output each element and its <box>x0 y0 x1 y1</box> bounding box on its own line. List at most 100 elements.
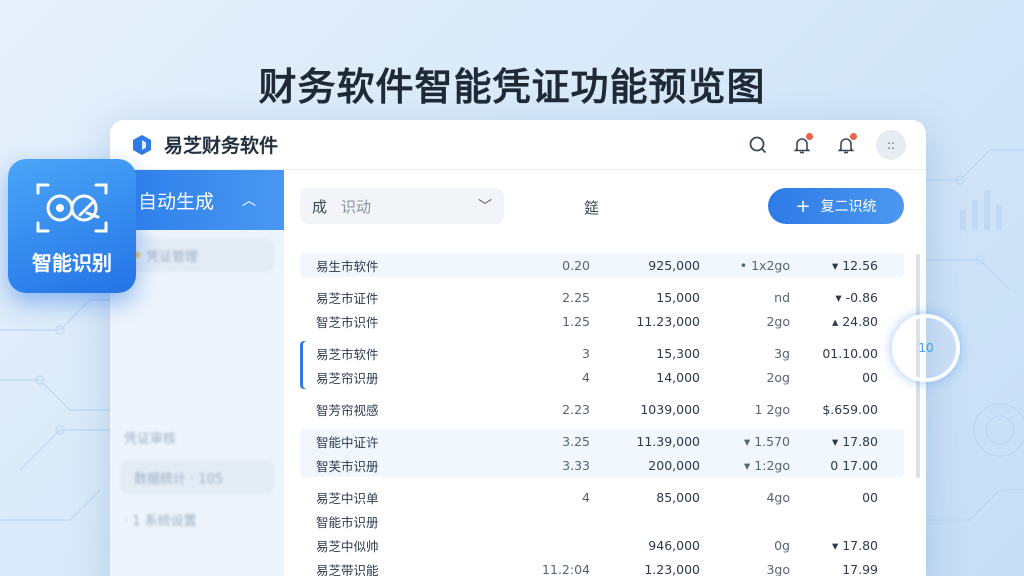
row-rate: 2.23 <box>562 401 590 417</box>
table-row[interactable]: 易芝市证件 2.25 15,000 nd ▾ -0.86 <box>300 285 904 309</box>
row-amount: 200,000 <box>648 457 700 473</box>
row-amount: 15,000 <box>656 289 700 305</box>
page-headline: 财务软件智能凭证功能预览图 <box>258 65 766 109</box>
app-window: 易芝财务软件 :: 自动生成 ︿ 凭证管理 凭证审核 数据统计 · 105 · … <box>110 120 926 576</box>
filter-label: 成 <box>312 197 328 216</box>
row-rate: 2.25 <box>562 289 590 305</box>
alert-dot <box>806 132 813 140</box>
filter-value: 识动 <box>341 197 372 216</box>
table-row[interactable]: 易芝中似帅 946,000 0g ▾ 17.80 <box>300 533 904 557</box>
row-total: 01.10.00 <box>822 345 878 361</box>
row-amount: 946,000 <box>648 537 700 553</box>
table-row[interactable]: 易芝市软件 3 15,300 3g 01.10.00 <box>300 341 904 365</box>
row-qty: 3g <box>774 345 790 361</box>
smart-recognition-card[interactable]: 智能识别 <box>8 159 136 293</box>
button-label: 复二识统 <box>820 199 877 215</box>
table-row[interactable]: 智能中证许 3.25 11.39,000 ▾ 1.570 ▾ 17.80 <box>300 429 904 453</box>
sidebar: 自动生成 ︿ 凭证管理 凭证审核 数据统计 · 105 · 1 系统设置 <box>110 170 284 576</box>
table-row[interactable]: 易芝带识能 11.2:04 1.23,000 3go 17.99 <box>300 557 904 576</box>
search-icon[interactable] <box>744 131 772 159</box>
row-name: 智能中证许 <box>316 434 379 450</box>
row-qty: 1 2go <box>754 401 790 417</box>
row-total: 17.99 <box>842 561 878 576</box>
row-name: 易芝带识能 <box>316 562 379 576</box>
sidebar-subitem[interactable]: 凭证管理 <box>120 238 274 272</box>
main-content: 成 识动 ﹀ 筵 + 复二识统 易生市软件 0.20 925,000 • 1x2go ▾… <box>284 170 926 576</box>
row-amount: 1.23,000 <box>644 561 700 576</box>
table-row[interactable]: 智芳帘视感 2.23 1039,000 1 2go $.659.00 <box>300 397 904 421</box>
row-rate: 3.33 <box>562 457 590 473</box>
table-row[interactable]: 易芝帘识册 4 14,000 2og 00 <box>300 365 904 389</box>
toolbar: 成 识动 ﹀ 筵 + 复二识统 <box>284 170 926 240</box>
sidebar-item-auto-generate[interactable]: 自动生成 ︿ <box>110 170 284 230</box>
row-qty: ▾ 1:2go <box>744 457 790 473</box>
row-qty: 4go <box>766 489 790 505</box>
row-name: 易芝帘识册 <box>316 370 379 386</box>
title-bar: 易芝财务软件 :: <box>110 120 926 170</box>
row-rate: 3 <box>582 345 590 361</box>
row-qty: 3go <box>766 561 790 576</box>
row-rate: 1.25 <box>562 313 590 329</box>
row-name: 易芝市软件 <box>316 346 379 362</box>
row-name: 易芝市证件 <box>316 290 379 306</box>
chevron-up-icon: ︿ <box>242 193 256 209</box>
table-row-group: 易芝中识单 4 85,000 4go 00 智能市识册 易芝中似帅 946,000 0g ▾ 17… <box>300 485 904 576</box>
sidebar-submenu: 凭证管理 凭证审核 数据统计 · 105 · 1 系统设置 <box>110 230 284 576</box>
row-total: ▾ -0.86 <box>835 289 878 305</box>
sidebar-subitem-label: 凭证管理 <box>146 249 199 265</box>
smart-card-label: 智能识别 <box>32 250 112 275</box>
scan-eyes-icon <box>36 183 108 232</box>
row-name: 智芝市识件 <box>316 314 379 330</box>
row-total: 00 <box>862 369 878 385</box>
row-total: $.659.00 <box>822 401 878 417</box>
sidebar-subitem-label: 凭证审核 <box>124 431 177 447</box>
chevron-down-icon: ﹀ <box>478 199 492 215</box>
sidebar-subitem-label: 数据统计 · 105 <box>134 471 224 487</box>
sidebar-subitem[interactable]: 数据统计 · 105 <box>120 460 274 494</box>
table-row[interactable]: 智芝市识件 1.25 11.23,000 2go ▴ 24.80 <box>300 309 904 333</box>
toolbar-label: 筵 <box>584 199 600 217</box>
scroll-indicator[interactable]: 10 <box>892 314 960 382</box>
sidebar-subitem[interactable]: · 1 系统设置 <box>110 504 284 534</box>
table-row-group: 易生市软件 0.20 925,000 • 1x2go ▾ 12.56 <box>300 253 904 277</box>
row-qty: nd <box>774 289 790 305</box>
voucher-table: 易生市软件 0.20 925,000 • 1x2go ▾ 12.56 易芝市证件 2.25 1… <box>300 249 904 576</box>
table-row[interactable]: 易生市软件 0.20 925,000 • 1x2go ▾ 12.56 <box>300 253 904 277</box>
alerts-bell-icon[interactable] <box>832 131 860 159</box>
row-rate: 4 <box>582 369 590 385</box>
table-row[interactable]: 智芙市识册 3.33 200,000 ▾ 1:2go 0 17.00 <box>300 453 904 477</box>
row-qty: • 1x2go <box>739 257 790 273</box>
row-total: 0 17.00 <box>830 457 878 473</box>
avatar[interactable]: :: <box>876 129 906 160</box>
table-row-group: 智能中证许 3.25 11.39,000 ▾ 1.570 ▾ 17.80 智芙市识册 3.3… <box>300 429 904 477</box>
row-name: 易芝中似帅 <box>316 538 379 554</box>
sidebar-item-label: 自动生成 <box>138 190 215 213</box>
row-total: ▾ 17.80 <box>831 537 878 553</box>
row-name: 智芙市识册 <box>316 458 379 474</box>
app-title: 易芝财务软件 <box>164 135 279 157</box>
filter-select[interactable]: 成 识动 ﹀ <box>300 188 504 224</box>
notification-bell-icon[interactable] <box>788 131 816 159</box>
sidebar-subitem[interactable]: 凭证审核 <box>110 422 284 452</box>
row-name: 易生市软件 <box>316 258 379 274</box>
row-amount: 11.39,000 <box>636 433 700 449</box>
app-logo-icon <box>133 134 151 155</box>
row-amount: 11.23,000 <box>636 313 700 329</box>
row-rate: 11.2:04 <box>542 561 590 576</box>
row-amount: 85,000 <box>656 489 700 505</box>
table-row-group: 智芳帘视感 2.23 1039,000 1 2go $.659.00 <box>300 397 904 421</box>
table-row[interactable]: 智能市识册 <box>300 509 904 533</box>
row-rate: 3.25 <box>562 433 590 449</box>
row-name: 易芝中识单 <box>316 490 379 506</box>
row-rate: 0.20 <box>562 257 590 273</box>
row-amount: 925,000 <box>648 257 700 273</box>
row-total: 00 <box>862 489 878 505</box>
add-voucher-button[interactable]: + 复二识统 <box>768 188 904 224</box>
sidebar-subitem-label: · 1 系统设置 <box>124 513 197 529</box>
row-qty: 0g <box>774 537 790 553</box>
table-row[interactable]: 易芝中识单 4 85,000 4go 00 <box>300 485 904 509</box>
row-qty: ▾ 1.570 <box>743 433 790 449</box>
table-row-group: 易芝市证件 2.25 15,000 nd ▾ -0.86 智芝市识件 1.25 11.23,0… <box>300 285 904 333</box>
row-amount: 14,000 <box>656 369 700 385</box>
row-qty: 2go <box>766 313 790 329</box>
